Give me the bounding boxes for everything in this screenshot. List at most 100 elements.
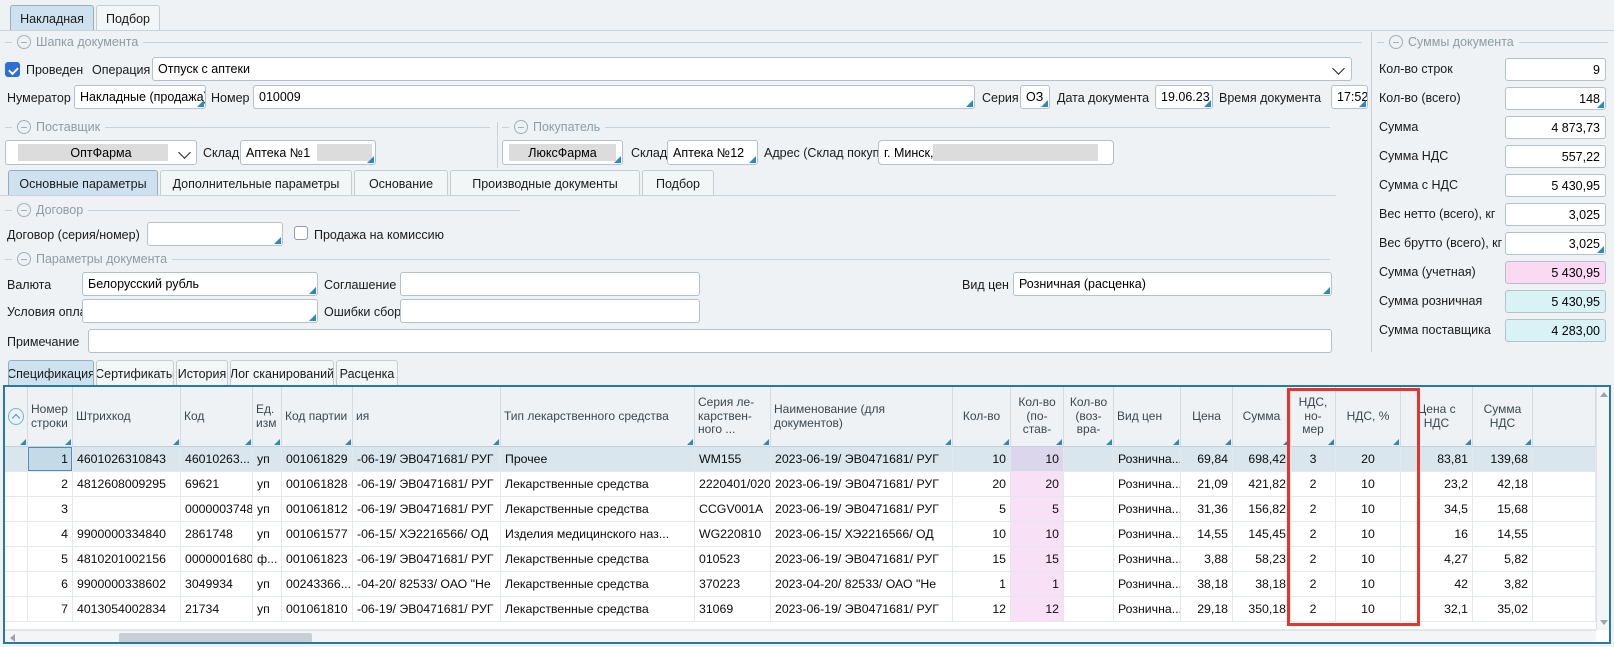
tab-sertifikaty[interactable]: Сертификаты — [96, 360, 174, 386]
col-header-vat-percent[interactable]: НДС, % — [1336, 387, 1401, 447]
cell-code[interactable]: 3049934 — [181, 572, 253, 597]
sort-icon[interactable] — [8, 408, 24, 425]
cell-tail[interactable] — [1533, 472, 1596, 497]
cell-price[interactable]: 31,36 — [1181, 497, 1233, 522]
assembly-errors-field[interactable] — [400, 299, 700, 323]
cell-vat-percent[interactable]: 10 — [1336, 547, 1401, 572]
cell-qty-supplied[interactable]: 20 — [1011, 472, 1064, 497]
cell-price-with-vat[interactable]: 83,81 — [1401, 447, 1473, 472]
cell-iya[interactable]: -06-19/ ЭВ0471681/ РУГ — [353, 547, 501, 572]
cell-drug-type[interactable]: Лекарственные средства — [501, 547, 695, 572]
cell-qty-supplied[interactable]: 5 — [1011, 497, 1064, 522]
total-field-gross-weight[interactable]: 3,025 — [1505, 232, 1606, 255]
cell-sum-vat[interactable]: 35,02 — [1473, 597, 1533, 622]
collapse-icon[interactable] — [17, 35, 31, 49]
tab-dopolnitelnye-parametry[interactable]: Дополнительные параметры — [160, 170, 352, 196]
cell-drug-type[interactable]: Лекарственные средства — [501, 472, 695, 497]
cell-row-number[interactable]: 4 — [28, 522, 73, 547]
cell-unit[interactable]: уп — [253, 597, 282, 622]
col-header-barcode[interactable]: Штрихкод — [73, 387, 181, 447]
cell-price-type[interactable]: Рознична... — [1114, 447, 1181, 472]
cell-price-type[interactable]: Рознична... — [1114, 497, 1181, 522]
cell-qty-supplied[interactable]: 1 — [1011, 572, 1064, 597]
cell-doc-name[interactable]: 2023-06-19/ ЭВ0471681/ РУГ — [771, 497, 953, 522]
cell-tail[interactable] — [1533, 497, 1596, 522]
collapse-icon[interactable] — [514, 120, 528, 134]
cell-drug-series[interactable]: 370223 — [695, 572, 771, 597]
cell-vat-number[interactable]: 2 — [1291, 572, 1336, 597]
tab-log-skanirovanij[interactable]: Лог сканирований — [230, 360, 334, 386]
cell-code[interactable]: 2861748 — [181, 522, 253, 547]
cell-unit[interactable]: уп — [253, 447, 282, 472]
cell-vat-percent[interactable]: 10 — [1336, 522, 1401, 547]
cell-qty-supplied[interactable]: 15 — [1011, 547, 1064, 572]
cell-qty-returned[interactable] — [1064, 522, 1114, 547]
cell-iya[interactable]: -06-19/ ЭВ0471681/ РУГ — [353, 597, 501, 622]
col-header-iya[interactable]: ия — [353, 387, 501, 447]
cell-row-number[interactable]: 2 — [28, 472, 73, 497]
cell-sum[interactable]: 421,82 — [1233, 472, 1291, 497]
cell-drug-series[interactable]: 010523 — [695, 547, 771, 572]
total-field-qty-total[interactable]: 148 — [1505, 87, 1606, 110]
collapse-icon[interactable] — [17, 120, 31, 134]
total-field-rows-count[interactable]: 9 — [1505, 58, 1606, 81]
col-header-price[interactable]: Цена — [1181, 387, 1233, 447]
cell-doc-name[interactable]: 2023-06-19/ ЭВ0471681/ РУГ — [771, 447, 953, 472]
tab-rascenka[interactable]: Расценка — [336, 360, 398, 386]
cell-batch-code[interactable]: 001061812 — [282, 497, 353, 522]
cell-qty-returned[interactable] — [1064, 497, 1114, 522]
cell-qty[interactable]: 1 — [953, 572, 1011, 597]
cell-price[interactable]: 29,18 — [1181, 597, 1233, 622]
cell-tail[interactable] — [1533, 547, 1596, 572]
col-header-tail[interactable] — [1533, 387, 1596, 447]
cell-sum[interactable]: 58,23 — [1233, 547, 1291, 572]
cell-price[interactable]: 3,88 — [1181, 547, 1233, 572]
cell-selector[interactable] — [5, 547, 28, 572]
cell-sum[interactable]: 38,18 — [1233, 572, 1291, 597]
supplier-sklad-field[interactable]: Аптека №1 — [240, 140, 376, 165]
col-header-price-type[interactable]: Вид цен — [1114, 387, 1181, 447]
dogovor-number-field[interactable] — [147, 222, 283, 246]
collapse-icon[interactable] — [17, 252, 31, 266]
numerator-field[interactable]: Накладные (продажа) — [74, 85, 206, 109]
col-header-batch-code[interactable]: Код партии — [282, 387, 353, 447]
col-header-unit[interactable]: Ед. изм — [253, 387, 282, 447]
cell-price-with-vat[interactable]: 23,2 — [1401, 472, 1473, 497]
cell-price-type[interactable]: Рознична... — [1114, 522, 1181, 547]
tab-specifikaciya[interactable]: Спецификация — [8, 360, 94, 386]
cell-qty-returned[interactable] — [1064, 597, 1114, 622]
cell-unit[interactable]: уп — [253, 572, 282, 597]
cell-vat-number[interactable]: 2 — [1291, 597, 1336, 622]
series-field[interactable]: ОЗ — [1020, 85, 1050, 109]
hscroll-thumb[interactable] — [119, 633, 312, 643]
cell-selector[interactable] — [5, 472, 28, 497]
cell-sum-vat[interactable]: 14,55 — [1473, 522, 1533, 547]
cell-sum[interactable]: 698,42 — [1233, 447, 1291, 472]
cell-barcode[interactable]: 4601026310843 — [73, 447, 181, 472]
cell-qty-returned[interactable] — [1064, 472, 1114, 497]
cell-unit[interactable]: уп — [253, 472, 282, 497]
cell-drug-type[interactable]: Изделия медицинского наз... — [501, 522, 695, 547]
cell-qty[interactable]: 10 — [953, 522, 1011, 547]
scroll-up-icon[interactable] — [1600, 392, 1608, 397]
buyer-button[interactable]: ЛюксФарма — [502, 140, 623, 165]
col-header-drug-type[interactable]: Тип лекарственного средства — [501, 387, 695, 447]
cell-price-type[interactable]: Рознична... — [1114, 472, 1181, 497]
cell-vat-percent[interactable]: 20 — [1336, 447, 1401, 472]
col-header-price-with-vat[interactable]: Цена с НДС — [1401, 387, 1473, 447]
cell-batch-code[interactable]: 00243366... — [282, 572, 353, 597]
total-field-sum-accounting[interactable]: 5 430,95 — [1505, 261, 1606, 284]
col-header-sum-vat[interactable]: Сумма НДС — [1473, 387, 1533, 447]
cell-row-number[interactable]: 3 — [28, 497, 73, 522]
cell-tail[interactable] — [1533, 522, 1596, 547]
cell-doc-name[interactable]: 2023-06-19/ ЭВ0471681/ РУГ — [771, 547, 953, 572]
cell-sum[interactable]: 350,18 — [1233, 597, 1291, 622]
cell-selector[interactable] — [5, 597, 28, 622]
cell-price-with-vat[interactable]: 32,1 — [1401, 597, 1473, 622]
number-field[interactable]: 010009 — [253, 85, 975, 109]
cell-price[interactable]: 14,55 — [1181, 522, 1233, 547]
col-header-qty-supplied[interactable]: Кол-во (по-став- — [1011, 387, 1064, 447]
cell-vat-number[interactable]: 2 — [1291, 522, 1336, 547]
cell-vat-percent[interactable]: 10 — [1336, 572, 1401, 597]
cell-barcode[interactable]: 4812608009295 — [73, 472, 181, 497]
